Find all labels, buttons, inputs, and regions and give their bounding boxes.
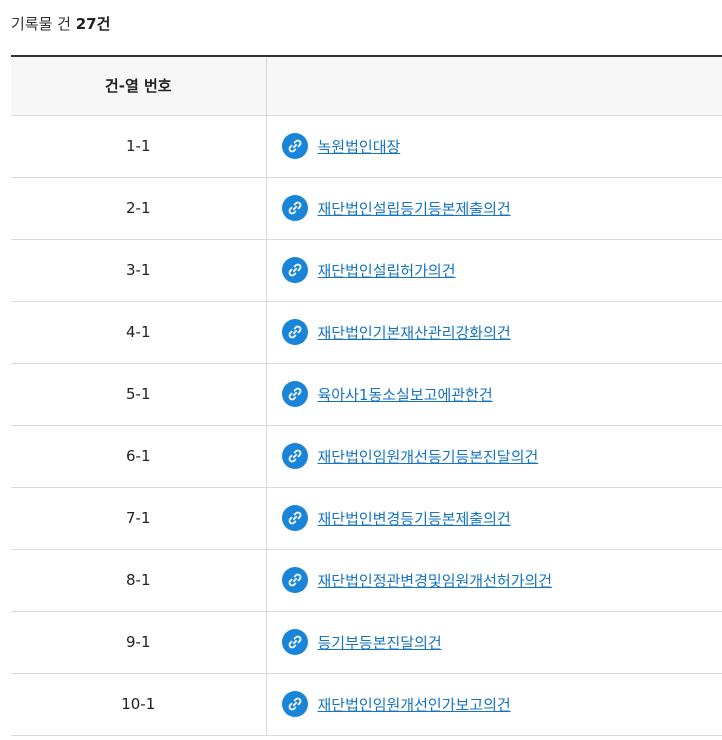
record-title-wrap: 재단법인기본재산관리강화의건 (281, 319, 722, 345)
record-title-link[interactable]: 재단법인기본재산관리강화의건 (318, 322, 511, 343)
record-number: 4-1 (11, 301, 266, 364)
record-title-cell: 재단법인설립등기등본제출의건 (265, 177, 722, 240)
table-row: 4-1 재단법인기본재산관리강화의건 (11, 301, 722, 364)
table-row: 2-1 재단법인설립등기등본제출의건 (11, 177, 722, 240)
record-number: 6-1 (11, 425, 266, 488)
record-title-wrap: 재단법인설립등기등본제출의건 (281, 195, 722, 221)
link-icon[interactable] (281, 381, 308, 407)
records-table: 건-열 번호 1-1 녹원법인대장 2-1 재단법인설립등기등본제출의건 3-1 재단법인… (11, 55, 722, 736)
record-count-value: 27건 (75, 15, 111, 33)
record-title-wrap: 재단법인정관변경및임원개선허가의건 (281, 567, 722, 593)
record-title-link[interactable]: 재단법인설립허가의건 (318, 260, 456, 281)
record-title-wrap: 재단법인임원개선인가보고의건 (281, 691, 722, 717)
link-icon[interactable] (281, 133, 308, 159)
record-count: 기록물 건 27건 (11, 13, 110, 34)
record-title-cell: 육아사1동소실보고에관한건 (265, 363, 722, 426)
record-title-cell: 재단법인정관변경및임원개선허가의건 (265, 549, 722, 612)
record-title-link[interactable]: 등기부등본진달의건 (318, 632, 442, 653)
table-row: 3-1 재단법인설립허가의건 (11, 239, 722, 302)
record-title-wrap: 재단법인설립허가의건 (281, 257, 722, 283)
record-title-cell: 재단법인기본재산관리강화의건 (265, 301, 722, 364)
table-row: 7-1 재단법인변경등기등본제출의건 (11, 487, 722, 550)
record-title-link[interactable]: 재단법인정관변경및임원개선허가의건 (318, 570, 553, 591)
table-row: 8-1 재단법인정관변경및임원개선허가의건 (11, 549, 722, 612)
record-title-wrap: 육아사1동소실보고에관한건 (281, 381, 722, 407)
table-row: 1-1 녹원법인대장 (11, 115, 722, 178)
column-header-number: 건-열 번호 (11, 55, 266, 116)
record-title-cell: 녹원법인대장 (265, 115, 722, 178)
link-icon[interactable] (281, 629, 308, 655)
record-number: 7-1 (11, 487, 266, 550)
table-row: 6-1 재단법인임원개선등기등본진달의건 (11, 425, 722, 488)
record-title-link[interactable]: 녹원법인대장 (318, 136, 401, 157)
record-number: 10-1 (11, 673, 266, 736)
record-number: 1-1 (11, 115, 266, 178)
record-title-wrap: 등기부등본진달의건 (281, 629, 722, 655)
link-icon[interactable] (281, 257, 308, 283)
link-icon[interactable] (281, 567, 308, 593)
table-row: 9-1 등기부등본진달의건 (11, 611, 722, 674)
record-title-cell: 재단법인변경등기등본제출의건 (265, 487, 722, 550)
link-icon[interactable] (281, 505, 308, 531)
record-title-cell: 재단법인설립허가의건 (265, 239, 722, 302)
table-body: 1-1 녹원법인대장 2-1 재단법인설립등기등본제출의건 3-1 재단법인설립허가의건 4… (11, 115, 722, 736)
record-number: 3-1 (11, 239, 266, 302)
record-title-cell: 재단법인임원개선등기등본진달의건 (265, 425, 722, 488)
link-icon[interactable] (281, 319, 308, 345)
link-icon[interactable] (281, 195, 308, 221)
record-number: 8-1 (11, 549, 266, 612)
record-title-wrap: 녹원법인대장 (281, 133, 722, 159)
record-number: 5-1 (11, 363, 266, 426)
record-title-link[interactable]: 재단법인변경등기등본제출의건 (318, 508, 511, 529)
link-icon[interactable] (281, 443, 308, 469)
table-header-row: 건-열 번호 (11, 55, 722, 116)
record-title-link[interactable]: 재단법인설립등기등본제출의건 (318, 198, 511, 219)
link-icon[interactable] (281, 691, 308, 717)
record-number: 2-1 (11, 177, 266, 240)
record-title-wrap: 재단법인변경등기등본제출의건 (281, 505, 722, 531)
record-number: 9-1 (11, 611, 266, 674)
table-row: 5-1 육아사1동소실보고에관한건 (11, 363, 722, 426)
record-title-cell: 등기부등본진달의건 (265, 611, 722, 674)
record-title-cell: 재단법인임원개선인가보고의건 (265, 673, 722, 736)
record-title-link[interactable]: 재단법인임원개선인가보고의건 (318, 694, 511, 715)
record-title-link[interactable]: 재단법인임원개선등기등본진달의건 (318, 446, 539, 467)
record-count-label: 기록물 건 (11, 15, 71, 33)
record-title-link[interactable]: 육아사1동소실보고에관한건 (318, 384, 493, 405)
record-title-wrap: 재단법인임원개선등기등본진달의건 (281, 443, 722, 469)
table-row: 10-1 재단법인임원개선인가보고의건 (11, 673, 722, 736)
column-header-title (265, 55, 722, 116)
